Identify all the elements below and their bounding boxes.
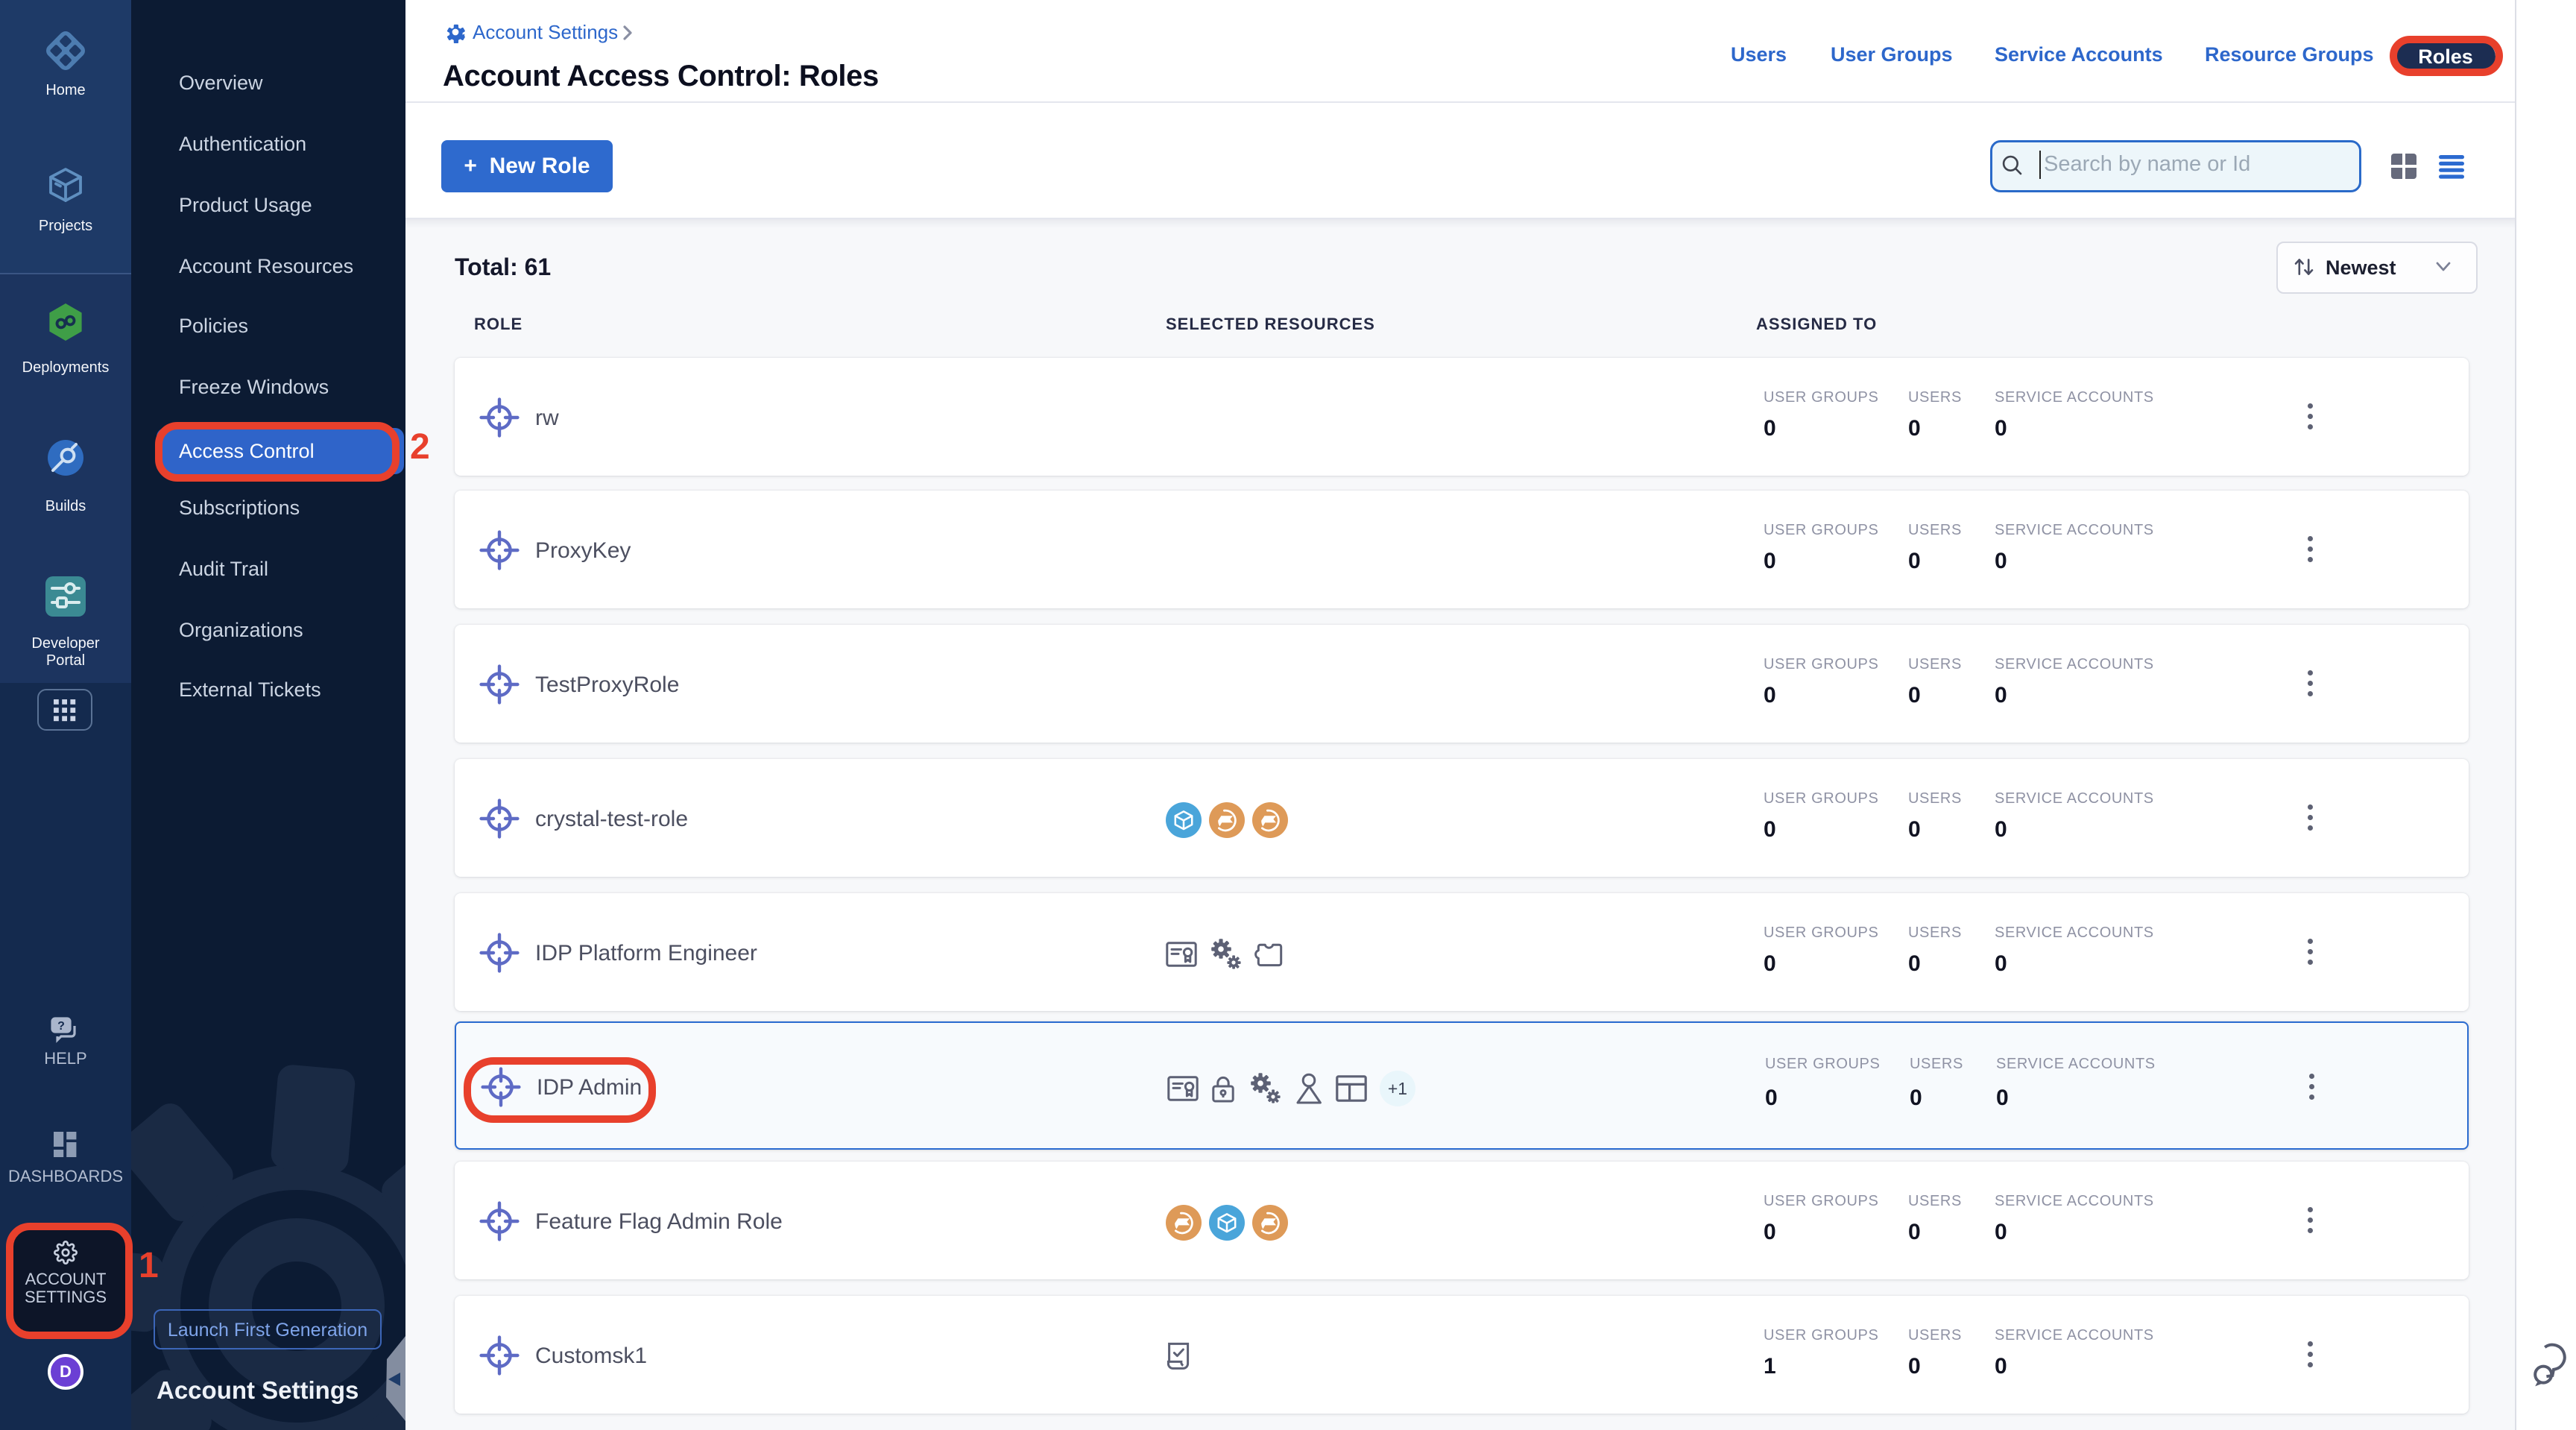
svg-text:?: ? xyxy=(57,1020,65,1033)
